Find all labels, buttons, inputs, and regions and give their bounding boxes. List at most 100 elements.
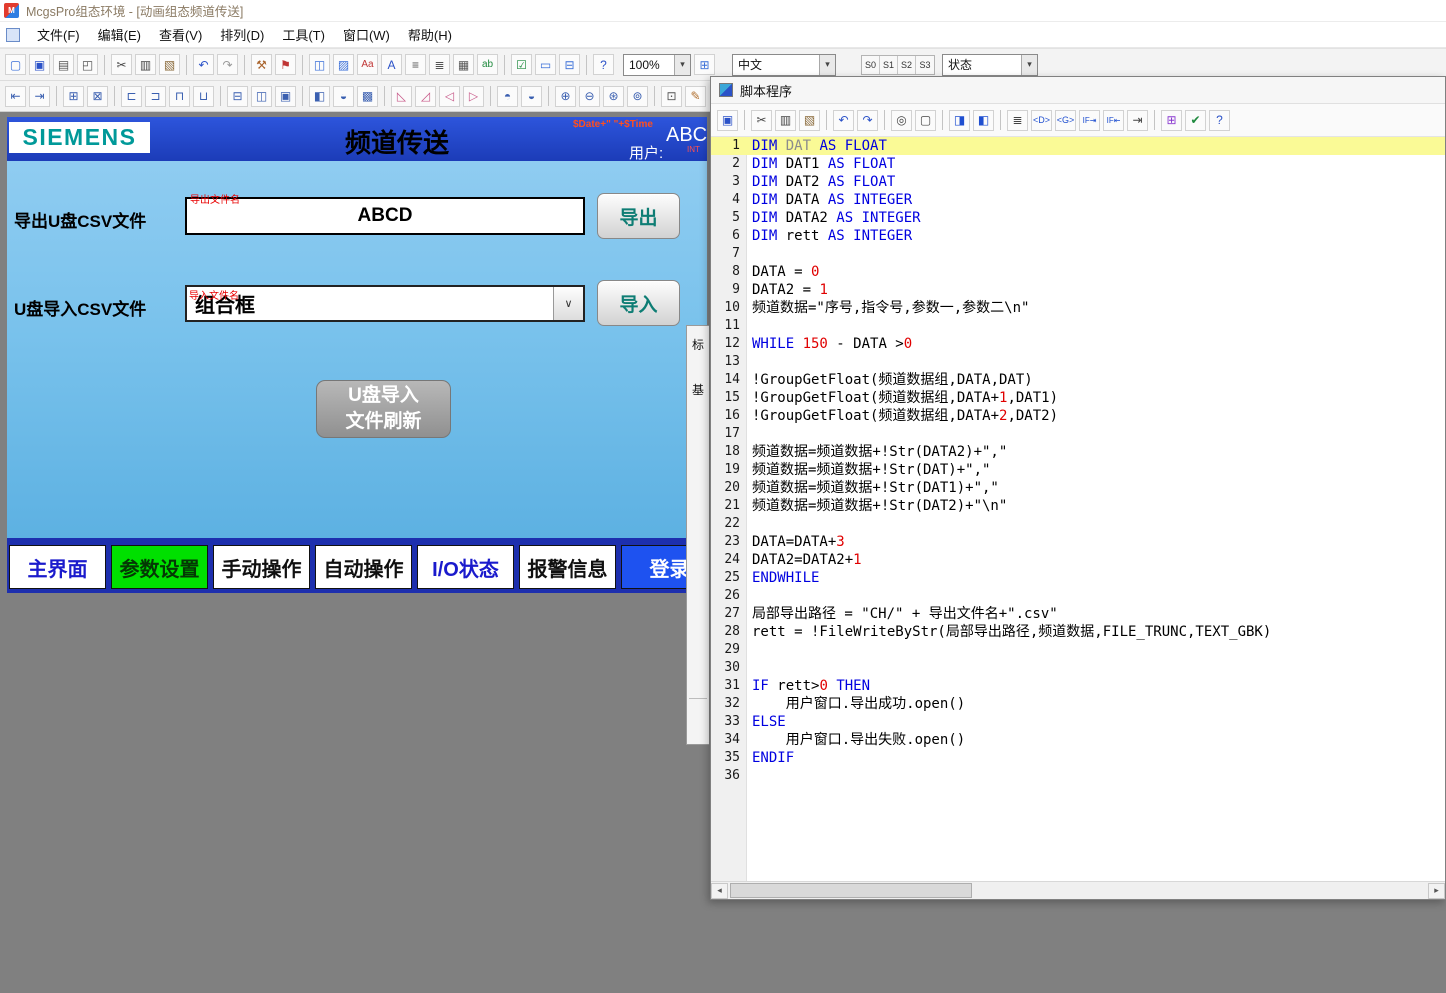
code-line[interactable]: 3DIM DAT2 AS FLOAT: [711, 173, 1445, 191]
center-both-icon[interactable]: ▩: [357, 86, 378, 107]
usb-refresh-button[interactable]: U盘导入 文件刷新: [316, 380, 451, 438]
layout-icon[interactable]: ⊞: [694, 54, 715, 75]
new-icon[interactable]: ▢: [5, 54, 26, 75]
window-check-icon[interactable]: ☑: [511, 54, 532, 75]
nav-button-params[interactable]: 参数设置: [111, 545, 208, 589]
flag-icon[interactable]: ⚑: [275, 54, 296, 75]
help-icon[interactable]: ?: [1209, 110, 1230, 131]
menu-item-file[interactable]: 文件(F): [28, 22, 89, 47]
insert-data-icon[interactable]: <D>: [1031, 110, 1052, 131]
align-right-icon[interactable]: ⊐: [145, 86, 166, 107]
state-select[interactable]: 状态 ▾: [942, 54, 1038, 76]
language-select[interactable]: 中文 ▾: [732, 54, 836, 76]
table-icon[interactable]: ⊞: [1161, 110, 1182, 131]
import-file-combobox[interactable]: 组合框 ∨: [185, 285, 585, 322]
brush-icon[interactable]: ✎: [685, 86, 706, 107]
code-line[interactable]: 34 用户窗口.导出失败.open(): [711, 731, 1445, 749]
undo-icon[interactable]: ↶: [833, 110, 854, 131]
code-line[interactable]: 25ENDWHILE: [711, 569, 1445, 587]
code-line[interactable]: 12WHILE 150 - DATA >0: [711, 335, 1445, 353]
font-icon[interactable]: Aa: [357, 54, 378, 75]
code-line[interactable]: 13: [711, 353, 1445, 371]
nav-button-io[interactable]: I/O状态: [417, 545, 514, 589]
code-line[interactable]: 10频道数据="序号,指令号,参数一,参数二\n": [711, 299, 1445, 317]
cut-icon[interactable]: ✂: [111, 54, 132, 75]
paste-icon[interactable]: ▧: [159, 54, 180, 75]
scrollbar-thumb[interactable]: [730, 883, 972, 898]
code-line[interactable]: 32 用户窗口.导出成功.open(): [711, 695, 1445, 713]
paste-icon[interactable]: ▧: [799, 110, 820, 131]
check-script-icon[interactable]: ◨: [949, 110, 970, 131]
insert-func-icon[interactable]: <G>: [1055, 110, 1076, 131]
center-h-icon[interactable]: ◧: [309, 86, 330, 107]
signal-cell-s3[interactable]: S3: [916, 56, 934, 74]
code-line[interactable]: 16!GroupGetFloat(频道数据组,DATA+2,DAT2): [711, 407, 1445, 425]
group-icon[interactable]: ⊕: [555, 86, 576, 107]
window-list-icon[interactable]: ⊟: [559, 54, 580, 75]
code-line[interactable]: 36: [711, 767, 1445, 785]
code-line[interactable]: 26: [711, 587, 1445, 605]
replace-icon[interactable]: ▢: [915, 110, 936, 131]
send-back-icon[interactable]: ◒: [521, 86, 542, 107]
menu-item-tools[interactable]: 工具(T): [273, 22, 334, 47]
save-icon[interactable]: ▣: [717, 110, 738, 131]
code-line[interactable]: 35ENDIF: [711, 749, 1445, 767]
code-line[interactable]: 23DATA=DATA+3: [711, 533, 1445, 551]
lock-icon[interactable]: ⊡: [661, 86, 682, 107]
menu-item-window[interactable]: 窗口(W): [334, 22, 399, 47]
code-line[interactable]: 4DIM DATA AS INTEGER: [711, 191, 1445, 209]
if-else-icon[interactable]: IF⇤: [1103, 110, 1124, 131]
window-preview-icon[interactable]: ▭: [535, 54, 556, 75]
copy-icon[interactable]: ▥: [775, 110, 796, 131]
code-line[interactable]: 24DATA2=DATA2+1: [711, 551, 1445, 569]
signal-cell-s0[interactable]: S0: [862, 56, 880, 74]
script-window-title-bar[interactable]: 脚本程序: [711, 77, 1445, 104]
nav-button-main[interactable]: 主界面: [9, 545, 106, 589]
redo-icon[interactable]: ↷: [857, 110, 878, 131]
align-bottom-icon[interactable]: ⊔: [193, 86, 214, 107]
undo-icon[interactable]: ↶: [193, 54, 214, 75]
effect-icon[interactable]: ▨: [333, 54, 354, 75]
scroll-right-button[interactable]: ▸: [1428, 883, 1445, 899]
code-line[interactable]: 2DIM DAT1 AS FLOAT: [711, 155, 1445, 173]
rotate-right-icon[interactable]: ◿: [415, 86, 436, 107]
nav-button-alarm[interactable]: 报警信息: [519, 545, 616, 589]
code-line[interactable]: 9DATA2 = 1: [711, 281, 1445, 299]
hmi-design-window[interactable]: SIEMENS 频道传送 $Date+" "+$Time ABC INT 用户:…: [7, 117, 707, 593]
combobox-arrow-icon[interactable]: ∨: [553, 287, 583, 320]
menu-item-view[interactable]: 查看(V): [150, 22, 211, 47]
flip-v-icon[interactable]: ▷: [463, 86, 484, 107]
equal-size-icon[interactable]: ▣: [275, 86, 296, 107]
redo-icon[interactable]: ↷: [217, 54, 238, 75]
code-line[interactable]: 11: [711, 317, 1445, 335]
if-then-icon[interactable]: IF⇥: [1079, 110, 1100, 131]
flip-h-icon[interactable]: ◁: [439, 86, 460, 107]
code-line[interactable]: 7: [711, 245, 1445, 263]
print-icon[interactable]: ▤: [53, 54, 74, 75]
nudge-right-icon[interactable]: ⇥: [29, 86, 50, 107]
code-line[interactable]: 8DATA = 0: [711, 263, 1445, 281]
code-line[interactable]: 27局部导出路径 = "CH/" + 导出文件名+".csv": [711, 605, 1445, 623]
code-line[interactable]: 31IF rett>0 THEN: [711, 677, 1445, 695]
save-icon[interactable]: ▣: [29, 54, 50, 75]
code-line[interactable]: 1DIM DAT AS FLOAT: [711, 137, 1445, 155]
code-line[interactable]: 15!GroupGetFloat(频道数据组,DATA+1,DAT1): [711, 389, 1445, 407]
code-line[interactable]: 18频道数据=频道数据+!Str(DATA2)+",": [711, 443, 1445, 461]
run-script-icon[interactable]: ◧: [973, 110, 994, 131]
script-code-editor[interactable]: 1DIM DAT AS FLOAT2DIM DAT1 AS FLOAT3DIM …: [711, 137, 1445, 881]
cut-icon[interactable]: ✂: [751, 110, 772, 131]
paragraph-icon[interactable]: ≡: [405, 54, 426, 75]
rotate-left-icon[interactable]: ◺: [391, 86, 412, 107]
scroll-left-button[interactable]: ◂: [711, 883, 728, 899]
code-line[interactable]: 14!GroupGetFloat(频道数据组,DATA,DAT): [711, 371, 1445, 389]
child-window-icon[interactable]: [6, 28, 20, 42]
import-button[interactable]: 导入: [597, 280, 680, 326]
equal-width-icon[interactable]: ⊟: [227, 86, 248, 107]
equal-height-icon[interactable]: ◫: [251, 86, 272, 107]
grid-icon[interactable]: ▦: [453, 54, 474, 75]
export-button[interactable]: 导出: [597, 193, 680, 239]
tools-icon[interactable]: ⚒: [251, 54, 272, 75]
code-line[interactable]: 33ELSE: [711, 713, 1445, 731]
signal-cell-s1[interactable]: S1: [880, 56, 898, 74]
code-line[interactable]: 17: [711, 425, 1445, 443]
